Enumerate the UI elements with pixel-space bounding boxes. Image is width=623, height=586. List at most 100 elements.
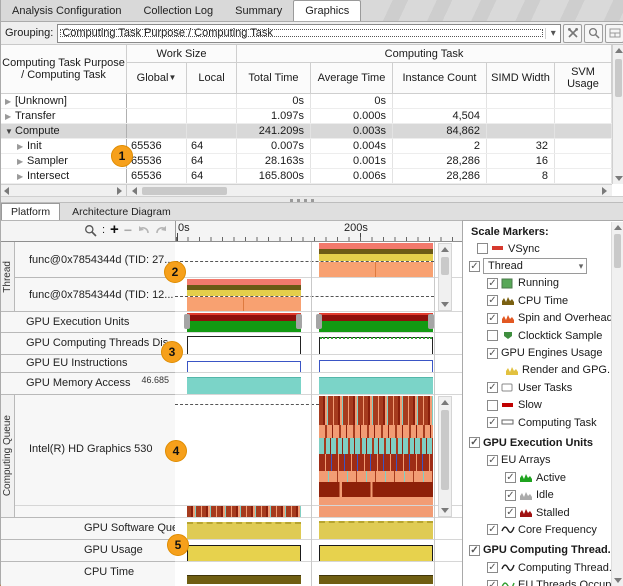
checkbox-checked[interactable]: ✓ bbox=[487, 313, 498, 324]
scroll-right-icon[interactable] bbox=[602, 187, 607, 195]
checkbox-checked[interactable]: ✓ bbox=[487, 278, 498, 289]
table-row-unknown[interactable]: ▶[Unknown]0s0s bbox=[1, 94, 612, 109]
grouping-combobox[interactable]: Computing Task Purpose / Computing Task … bbox=[57, 24, 561, 43]
column-header-instance-count[interactable]: Instance Count bbox=[393, 63, 487, 94]
timeline-row-label-cpu-time[interactable]: CPU Time bbox=[1, 562, 175, 586]
checkbox-checked[interactable]: ✓ bbox=[487, 580, 498, 586]
chart-gpu-software-queue[interactable] bbox=[175, 518, 462, 540]
scroll-left-icon[interactable] bbox=[132, 187, 137, 195]
checkbox-checked[interactable]: ✓ bbox=[505, 490, 516, 501]
expand-icon[interactable]: ▶ bbox=[17, 157, 27, 166]
expand-icon[interactable]: ▶ bbox=[17, 142, 27, 151]
scroll-up-icon[interactable] bbox=[615, 48, 623, 53]
checkbox-checked[interactable]: ✓ bbox=[505, 507, 516, 518]
grid-group-computing-task[interactable]: Computing Task bbox=[237, 45, 612, 63]
chevron-down-icon[interactable]: ▾ bbox=[545, 28, 560, 39]
expand-icon[interactable]: ▶ bbox=[5, 112, 15, 121]
chart-cpu-time[interactable] bbox=[175, 562, 462, 586]
table-row-compute[interactable]: ▼Compute241.209s0.003s84,862 bbox=[1, 124, 612, 139]
thread-filter-select[interactable]: Thread▾ bbox=[483, 258, 587, 274]
chart-gpu-computing-threads-dispatched[interactable] bbox=[175, 333, 462, 355]
column-header-average-time[interactable]: Average Time bbox=[311, 63, 393, 94]
timeline-row-label-gpu-eu-instructions[interactable]: GPU EU Instructions bbox=[1, 355, 175, 373]
checkbox-checked[interactable]: ✓ bbox=[487, 382, 498, 393]
checkbox-checked[interactable]: ✓ bbox=[487, 295, 498, 306]
checkbox-checked[interactable]: ✓ bbox=[487, 417, 498, 428]
search-button[interactable] bbox=[584, 24, 603, 43]
expand-icon[interactable]: ▶ bbox=[5, 97, 15, 106]
table-row-intersect[interactable]: ▶Intersect6553664165.800s0.006s28,2868 bbox=[1, 169, 612, 184]
scroll-up-icon[interactable] bbox=[441, 247, 449, 252]
timeline-row-label-gpu-software-queue[interactable]: GPU Software Queue bbox=[1, 518, 175, 540]
grid-vertical-scrollbar[interactable] bbox=[612, 45, 623, 184]
chart-gpu-eu-instructions[interactable] bbox=[175, 355, 462, 373]
checkbox-checked[interactable]: ✓ bbox=[469, 437, 480, 448]
checkbox-checked[interactable]: ✓ bbox=[487, 562, 498, 573]
checkbox-checked[interactable]: ✓ bbox=[487, 348, 498, 359]
grid-group-work-size[interactable]: Work Size bbox=[127, 45, 237, 63]
pane-layout-button[interactable] bbox=[605, 24, 623, 43]
timeline-ruler[interactable]: 0s 200s bbox=[175, 221, 462, 241]
timeline-row-label-thread1[interactable]: func@0x7854344d (TID: 27... bbox=[15, 242, 175, 278]
column-header-svm-usage[interactable]: SVM Usage bbox=[555, 63, 612, 94]
chart-gpu-usage[interactable] bbox=[175, 540, 462, 562]
grid-horizontal-scrollbar[interactable] bbox=[1, 184, 612, 196]
timeline-row-label-queue-subrow[interactable] bbox=[15, 506, 175, 518]
queue-section-scrollbar[interactable] bbox=[438, 396, 452, 517]
column-header-local[interactable]: Local bbox=[187, 63, 237, 94]
scroll-left-icon[interactable] bbox=[4, 187, 9, 195]
checkbox-unchecked[interactable] bbox=[477, 243, 488, 254]
table-row-sampler[interactable]: ▶Sampler655366428.163s0.001s28,28616 bbox=[1, 154, 612, 169]
scroll-down-icon[interactable] bbox=[441, 302, 449, 307]
scroll-up-icon[interactable] bbox=[614, 225, 622, 230]
legend-scrollbar[interactable] bbox=[611, 222, 623, 586]
column-header-global[interactable]: Global ▼ bbox=[127, 63, 187, 94]
chart-gpu-execution-units[interactable] bbox=[175, 312, 462, 333]
thread-section-scrollbar[interactable] bbox=[438, 243, 452, 311]
expand-icon[interactable]: ▶ bbox=[17, 172, 27, 181]
scroll-up-icon[interactable] bbox=[441, 400, 449, 405]
zoom-out-button[interactable]: − bbox=[124, 223, 132, 237]
tab-graphics[interactable]: Graphics bbox=[293, 0, 361, 22]
checkbox-unchecked[interactable] bbox=[487, 400, 498, 411]
column-header-total-time[interactable]: Total Time bbox=[237, 63, 311, 94]
zoom-magnifier-icon[interactable] bbox=[84, 224, 97, 237]
customize-grouping-button[interactable] bbox=[563, 24, 582, 43]
scroll-right-icon[interactable] bbox=[117, 187, 122, 195]
zoom-redo-icon[interactable] bbox=[155, 225, 168, 236]
checkbox-checked[interactable]: ✓ bbox=[469, 545, 480, 556]
checkbox-checked[interactable]: ✓ bbox=[487, 455, 498, 466]
timeline-row-label-thread2[interactable]: func@0x7854344d (TID: 12... bbox=[15, 278, 175, 312]
checkbox-checked[interactable]: ✓ bbox=[487, 524, 498, 535]
grid-row-header[interactable]: Computing Task Purpose / Computing Task bbox=[1, 45, 127, 94]
chevron-down-icon[interactable]: ▾ bbox=[572, 261, 586, 272]
checkbox-unchecked[interactable] bbox=[487, 330, 498, 341]
chart-thread1[interactable] bbox=[175, 242, 462, 278]
tab-platform[interactable]: Platform bbox=[1, 203, 60, 220]
scroll-down-icon[interactable] bbox=[614, 578, 622, 583]
timeline-row-label-gpu-memory-access[interactable]: GPU Memory Access 46.685 bbox=[1, 373, 175, 395]
timeline-row-label-intel-hd-graphics[interactable]: Intel(R) HD Graphics 530 bbox=[15, 395, 175, 506]
chart-thread2[interactable] bbox=[175, 278, 462, 312]
table-row-transfer[interactable]: ▶Transfer1.097s0.000s4,504 bbox=[1, 109, 612, 124]
pane-splitter[interactable] bbox=[1, 196, 623, 203]
chart-computing-queue[interactable] bbox=[175, 395, 462, 506]
chart-computing-queue-subrow[interactable] bbox=[175, 506, 462, 518]
timeline-row-label-gpu-usage[interactable]: GPU Usage bbox=[1, 540, 175, 562]
table-row-init[interactable]: ▶Init65536640.007s0.004s232 bbox=[1, 139, 612, 154]
checkbox-checked[interactable]: ✓ bbox=[505, 472, 516, 483]
column-header-simd-width[interactable]: SIMD Width bbox=[487, 63, 555, 94]
scroll-down-icon[interactable] bbox=[615, 176, 623, 181]
tab-summary[interactable]: Summary bbox=[224, 1, 293, 21]
timeline-row-label-gpu-computing-threads[interactable]: GPU Computing Threads Dis... bbox=[1, 333, 175, 355]
timeline-row-label-gpu-execution-units[interactable]: GPU Execution Units bbox=[1, 312, 175, 333]
tab-collection-log[interactable]: Collection Log bbox=[132, 1, 224, 21]
collapse-icon[interactable]: ▼ bbox=[5, 127, 15, 136]
tab-analysis-configuration[interactable]: Analysis Configuration bbox=[1, 1, 132, 21]
zoom-undo-icon[interactable] bbox=[137, 225, 150, 236]
scroll-down-icon[interactable] bbox=[441, 508, 449, 513]
checkbox-checked[interactable]: ✓ bbox=[469, 261, 480, 272]
zoom-in-button[interactable]: + bbox=[110, 223, 119, 237]
tab-architecture-diagram[interactable]: Architecture Diagram bbox=[63, 204, 180, 220]
chart-gpu-memory-access[interactable] bbox=[175, 373, 462, 395]
